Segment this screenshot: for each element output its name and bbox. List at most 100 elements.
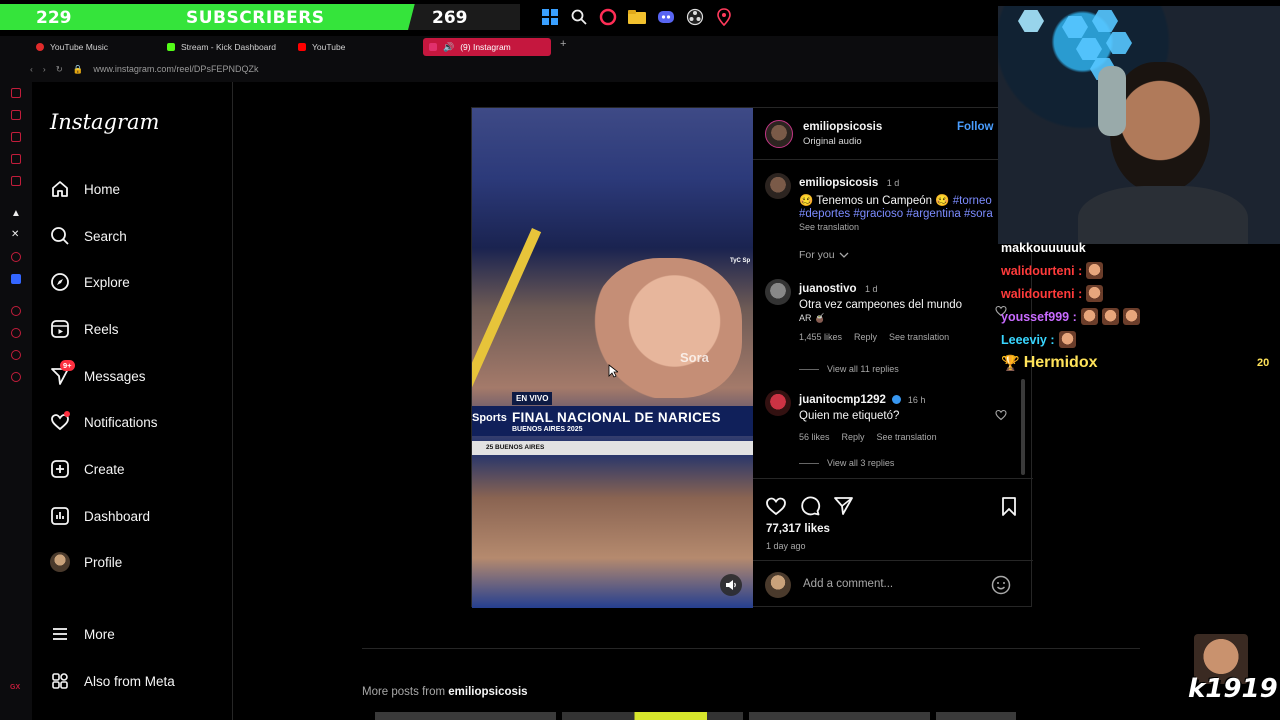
opera-gx-icon[interactable] bbox=[598, 7, 618, 27]
tab-youtube-music[interactable]: YouTube Music bbox=[30, 38, 158, 56]
more-posts-user[interactable]: emiliopsicosis bbox=[448, 686, 527, 698]
instagram-logo[interactable]: Instagram bbox=[50, 110, 159, 134]
messages-badge: 9+ bbox=[60, 360, 75, 371]
reply-button[interactable]: Reply bbox=[842, 432, 865, 442]
mute-button[interactable] bbox=[720, 574, 742, 596]
like-icon[interactable] bbox=[765, 495, 787, 517]
comment-likes[interactable]: 56 likes bbox=[799, 432, 830, 442]
add-comment-input[interactable]: Add a comment... bbox=[803, 578, 893, 590]
x-twitter-icon[interactable]: ✕ bbox=[11, 229, 19, 240]
home-icon bbox=[50, 179, 70, 199]
view-replies-button[interactable]: View all 11 replies bbox=[799, 364, 899, 374]
for-you-filter[interactable]: For you bbox=[799, 249, 849, 261]
author-username[interactable]: emiliopsicosis bbox=[803, 121, 882, 133]
windows-start-icon[interactable] bbox=[540, 7, 560, 27]
sidebar-app-icon[interactable] bbox=[11, 132, 21, 142]
emoji-icon[interactable] bbox=[991, 575, 1011, 595]
nav-explore[interactable]: Explore bbox=[50, 267, 130, 297]
author-avatar[interactable] bbox=[765, 173, 791, 199]
caption-hashtag[interactable]: #torneo bbox=[953, 195, 992, 207]
obs-icon[interactable] bbox=[685, 7, 705, 27]
chat-username: makkouuuuuk bbox=[1001, 240, 1086, 255]
tab-instagram[interactable]: 🔊 (9) Instagram bbox=[423, 38, 551, 56]
comment-icon[interactable] bbox=[799, 495, 821, 517]
banner-strip: 25 BUENOS AIRES bbox=[472, 441, 753, 455]
chat-overlay: makkouuuuuk walidourteni : walidourteni … bbox=[1001, 236, 1280, 374]
save-icon[interactable] bbox=[998, 495, 1020, 517]
nav-label: Notifications bbox=[84, 414, 158, 430]
nav-also-from-meta[interactable]: Also from Meta bbox=[50, 666, 175, 696]
see-translation-button[interactable]: See translation bbox=[889, 332, 949, 342]
sidebar-app-icon[interactable]: ▲ bbox=[11, 208, 21, 219]
nav-search[interactable]: Search bbox=[50, 221, 127, 251]
reload-icon[interactable]: ↻ bbox=[56, 64, 63, 75]
comment-username[interactable]: juanostivo bbox=[799, 283, 857, 295]
commenter-avatar[interactable] bbox=[765, 279, 791, 305]
new-tab-button[interactable]: + bbox=[560, 38, 566, 58]
sidebar-app-icon[interactable] bbox=[11, 110, 21, 120]
sidebar-app-icon[interactable] bbox=[11, 252, 21, 262]
nav-label: Reels bbox=[84, 321, 119, 337]
emote-icon bbox=[1086, 285, 1104, 302]
discord-icon[interactable] bbox=[656, 7, 676, 27]
taskbar-search-icon[interactable] bbox=[569, 7, 589, 27]
post-thumbnail[interactable] bbox=[562, 712, 743, 720]
subscriber-label: SUBSCRIBERS bbox=[186, 8, 325, 28]
follow-button[interactable]: Follow bbox=[957, 121, 993, 133]
history-icon[interactable] bbox=[11, 328, 21, 338]
post-thumbnail[interactable] bbox=[936, 712, 1016, 720]
tab-strip: YouTube Music Stream - Kick Dashboard Yo… bbox=[30, 38, 566, 58]
forward-icon[interactable]: › bbox=[43, 64, 46, 74]
nav-label: Also from Meta bbox=[84, 673, 175, 689]
share-icon[interactable] bbox=[832, 495, 854, 517]
address-bar[interactable]: www.instagram.com/reel/DPsFEPNDQZk bbox=[93, 64, 258, 74]
sidebar-app-icon[interactable] bbox=[11, 154, 21, 164]
likes-count[interactable]: 77,317 likes bbox=[766, 523, 830, 535]
back-icon[interactable]: ‹ bbox=[30, 64, 33, 74]
tab-youtube[interactable]: YouTube bbox=[292, 38, 420, 56]
comment-text-extra: AR 🧉 bbox=[799, 313, 826, 323]
reel-video[interactable]: TyC Sp Sora EN VIVO Sports FINAL NACIONA… bbox=[472, 108, 753, 608]
comment-likes[interactable]: 1,455 likes bbox=[799, 332, 842, 342]
reels-icon bbox=[50, 319, 70, 339]
sidebar-app-icon[interactable] bbox=[11, 88, 21, 98]
reply-line bbox=[799, 462, 819, 464]
sidebar-app-icon[interactable] bbox=[11, 274, 21, 284]
messenger-icon: 9+ bbox=[50, 360, 75, 386]
sidebar-app-icon[interactable] bbox=[11, 176, 21, 186]
audio-label[interactable]: Original audio bbox=[803, 136, 862, 147]
nav-notifications[interactable]: Notifications bbox=[50, 407, 158, 437]
see-translation-button[interactable]: See translation bbox=[877, 432, 937, 442]
nav-reels[interactable]: Reels bbox=[50, 314, 119, 344]
caption-hashtags[interactable]: #deportes #gracioso #argentina #sora bbox=[799, 208, 1019, 220]
caption-text: 🥴 Tenemos un Campeón 🥴 bbox=[799, 195, 950, 207]
comment-username[interactable]: juanitocmp1292 bbox=[799, 394, 886, 406]
settings-icon[interactable] bbox=[11, 372, 21, 382]
highlight-count: 20 bbox=[1257, 356, 1270, 369]
nav-more[interactable]: More bbox=[50, 619, 115, 649]
post-thumbnail[interactable] bbox=[749, 712, 930, 720]
commenter-avatar[interactable] bbox=[765, 390, 791, 416]
file-explorer-icon[interactable] bbox=[627, 7, 647, 27]
nav-home[interactable]: Home bbox=[50, 174, 120, 204]
post-thumbnail[interactable] bbox=[375, 712, 556, 720]
sidebar-app-icon[interactable] bbox=[11, 306, 21, 316]
nav-create[interactable]: Create bbox=[50, 454, 125, 484]
view-replies-button[interactable]: View all 3 replies bbox=[799, 458, 894, 468]
map-pin-icon[interactable] bbox=[714, 7, 734, 27]
nav-dashboard[interactable]: Dashboard bbox=[50, 501, 150, 531]
tab-kick-dashboard[interactable]: Stream - Kick Dashboard bbox=[161, 38, 289, 56]
gx-icon[interactable]: GX bbox=[10, 684, 20, 691]
caption-username[interactable]: emiliopsicosis bbox=[799, 177, 878, 189]
nav-messages[interactable]: 9+ Messages bbox=[50, 360, 146, 391]
like-comment-icon[interactable] bbox=[995, 409, 1007, 421]
caption-see-translation[interactable]: See translation bbox=[799, 222, 1019, 232]
comments-scrollbar[interactable] bbox=[1021, 379, 1025, 475]
author-avatar[interactable] bbox=[765, 120, 793, 148]
sidebar-app-icon[interactable] bbox=[11, 350, 21, 360]
comment: juanostivo 1 d Otra vez campeones del mu… bbox=[799, 279, 999, 342]
speaker-icon[interactable]: 🔊 bbox=[443, 42, 454, 53]
nav-profile[interactable]: Profile bbox=[50, 547, 122, 577]
reply-button[interactable]: Reply bbox=[854, 332, 877, 342]
menu-icon bbox=[50, 624, 70, 644]
